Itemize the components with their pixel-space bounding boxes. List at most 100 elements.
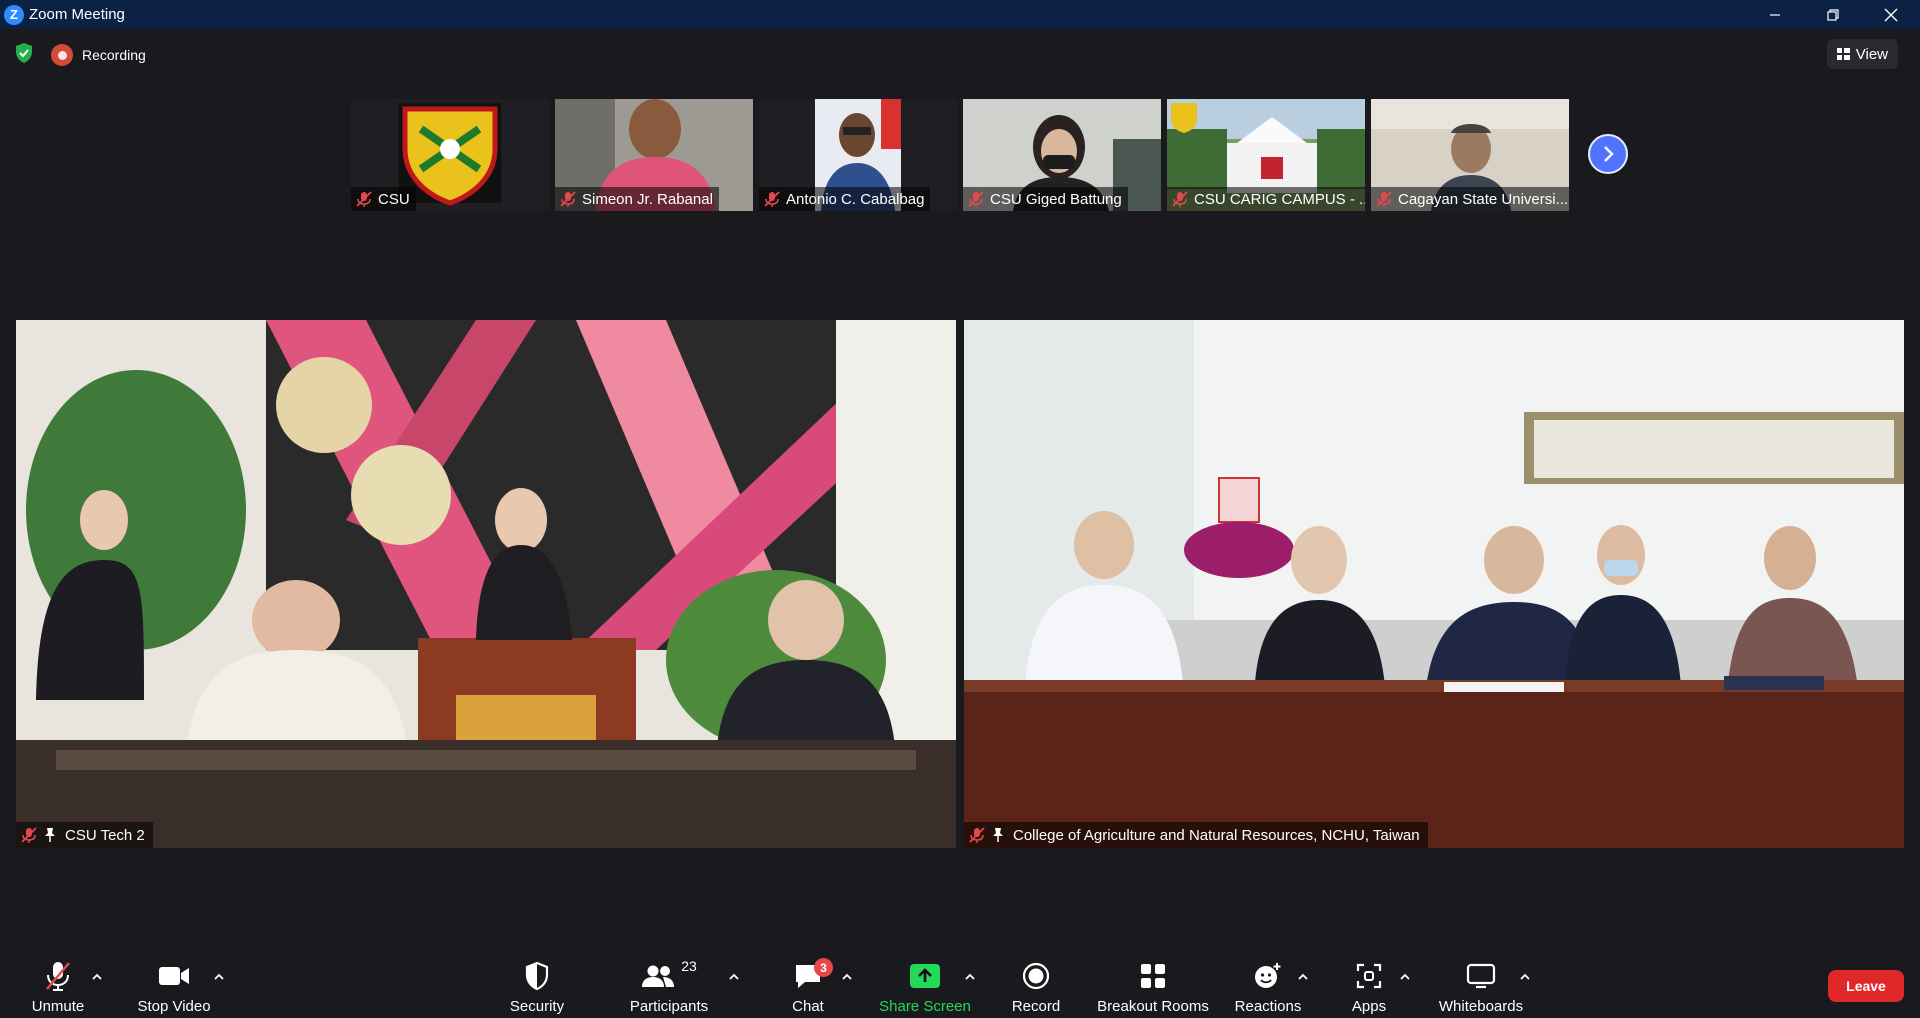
meeting-info-bar: Recording View — [0, 29, 1920, 79]
stop-video-label: Stop Video — [137, 998, 211, 1015]
whiteboard-icon — [1466, 963, 1496, 989]
thumbnail-label: CSU CARIG CAMPUS - ... — [1167, 187, 1365, 211]
whiteboards-label: Whiteboards — [1438, 998, 1524, 1015]
thumbnail-label: Simeon Jr. Rabanal — [555, 187, 719, 211]
apps-button[interactable]: Apps — [1346, 944, 1392, 1018]
participant-name: College of Agriculture and Natural Resou… — [1013, 826, 1420, 844]
participant-thumbnail[interactable]: CSU CARIG CAMPUS - ... — [1167, 99, 1365, 211]
main-video-tile[interactable]: CSU Tech 2 — [16, 320, 956, 848]
record-icon — [1022, 962, 1050, 990]
chevron-up-icon[interactable] — [90, 972, 104, 982]
participant-name: CSU CARIG CAMPUS - ... — [1194, 190, 1365, 208]
participants-count: 23 — [681, 958, 697, 974]
zoom-logo-icon: Z — [4, 4, 24, 25]
participants-label: Participants — [629, 998, 709, 1015]
participant-thumbnail[interactable]: CSU — [351, 99, 549, 211]
participants-button[interactable]: 23 Participants — [622, 944, 716, 1018]
apps-label: Apps — [1351, 998, 1387, 1015]
mic-muted-icon — [1376, 191, 1392, 207]
participant-name: Antonio C. Cabalbag — [786, 190, 925, 208]
chevron-up-icon[interactable] — [212, 972, 226, 982]
participant-thumbnail[interactable]: CSU Giged Battung — [963, 99, 1161, 211]
mic-muted-icon — [560, 191, 576, 207]
chat-label: Chat — [792, 998, 824, 1015]
pin-icon — [45, 828, 55, 842]
chat-unread-badge: 3 — [814, 958, 833, 977]
close-icon — [1884, 8, 1898, 21]
mic-muted-icon — [969, 827, 985, 843]
thumbnail-label: Antonio C. Cabalbag — [759, 187, 931, 211]
recording-indicator[interactable]: Recording — [51, 41, 146, 69]
mic-muted-icon — [1172, 191, 1188, 207]
chevron-up-icon[interactable] — [1296, 972, 1310, 982]
shield-icon — [525, 961, 549, 991]
mic-muted-icon — [968, 191, 984, 207]
participant-video — [964, 320, 1904, 848]
view-button[interactable]: View — [1826, 39, 1898, 69]
participant-name: CSU — [378, 190, 410, 208]
main-video-tile[interactable]: College of Agriculture and Natural Resou… — [964, 320, 1904, 848]
stop-video-button[interactable]: Stop Video — [130, 944, 218, 1018]
recording-icon — [51, 44, 73, 66]
view-label: View — [1855, 45, 1888, 63]
restore-icon — [1827, 8, 1839, 21]
unmute-label: Unmute — [31, 998, 85, 1015]
recording-label: Recording — [82, 47, 146, 63]
restore-button[interactable] — [1804, 0, 1862, 29]
security-button[interactable]: Security — [500, 944, 574, 1018]
breakout-rooms-label: Breakout Rooms — [1097, 998, 1209, 1015]
whiteboards-button[interactable]: Whiteboards — [1434, 944, 1528, 1018]
share-screen-button[interactable]: Share Screen — [876, 944, 974, 1018]
minimize-icon — [1770, 13, 1780, 16]
chevron-right-icon — [1604, 146, 1614, 162]
thumbnail-label: Cagayan State Universi... — [1371, 187, 1569, 211]
security-label: Security — [509, 998, 565, 1015]
video-camera-icon — [159, 967, 189, 985]
meeting-toolbar: Unmute Stop Video Security 23 Participan… — [0, 944, 1920, 1018]
minimize-button[interactable] — [1746, 0, 1804, 29]
participant-video — [16, 320, 956, 848]
chevron-up-icon[interactable] — [1398, 972, 1412, 982]
participant-name: Simeon Jr. Rabanal — [582, 190, 713, 208]
breakout-rooms-button[interactable]: Breakout Rooms — [1094, 944, 1212, 1018]
record-button[interactable]: Record — [1006, 944, 1066, 1018]
share-screen-icon — [910, 964, 940, 988]
pin-icon — [993, 828, 1003, 842]
close-button[interactable] — [1862, 0, 1920, 29]
leave-button[interactable]: Leave — [1828, 970, 1904, 1002]
reactions-label: Reactions — [1234, 998, 1302, 1015]
participant-thumbnail[interactable]: Simeon Jr. Rabanal — [555, 99, 753, 211]
participant-name: CSU Tech 2 — [65, 826, 145, 844]
apps-icon — [1356, 963, 1382, 989]
breakout-rooms-icon — [1141, 964, 1165, 988]
chevron-up-icon[interactable] — [1518, 972, 1532, 982]
mic-muted-icon — [46, 962, 70, 991]
thumbnail-label: CSU Giged Battung — [963, 187, 1128, 211]
unmute-button[interactable]: Unmute — [22, 944, 94, 1018]
participant-name: Cagayan State Universi... — [1398, 190, 1569, 208]
window-title-bar: Z Zoom Meeting — [0, 0, 1920, 29]
video-tile-label: College of Agriculture and Natural Resou… — [964, 822, 1428, 848]
window-controls — [1746, 0, 1920, 29]
grid-view-icon — [1836, 48, 1850, 60]
mic-muted-icon — [21, 827, 37, 843]
chevron-up-icon[interactable] — [840, 972, 854, 982]
thumbnail-label: CSU — [351, 187, 416, 211]
participant-name: CSU Giged Battung — [990, 190, 1122, 208]
chat-button[interactable]: 3 Chat — [783, 944, 833, 1018]
reactions-button[interactable]: Reactions — [1234, 944, 1302, 1018]
window-title: Zoom Meeting — [29, 6, 125, 23]
reactions-smiley-icon — [1255, 963, 1281, 988]
shield-check-icon[interactable] — [13, 42, 35, 64]
mic-muted-icon — [356, 191, 372, 207]
share-screen-label: Share Screen — [879, 998, 971, 1015]
record-label: Record — [1011, 998, 1061, 1015]
chevron-up-icon[interactable] — [963, 972, 977, 982]
next-page-button[interactable] — [1588, 134, 1628, 174]
participant-thumbnail[interactable]: Antonio C. Cabalbag — [759, 99, 957, 211]
participant-thumbnail[interactable]: Cagayan State Universi... — [1371, 99, 1569, 211]
video-tile-label: CSU Tech 2 — [16, 822, 153, 848]
mic-muted-icon — [764, 191, 780, 207]
participants-icon — [642, 965, 675, 987]
chevron-up-icon[interactable] — [727, 972, 741, 982]
